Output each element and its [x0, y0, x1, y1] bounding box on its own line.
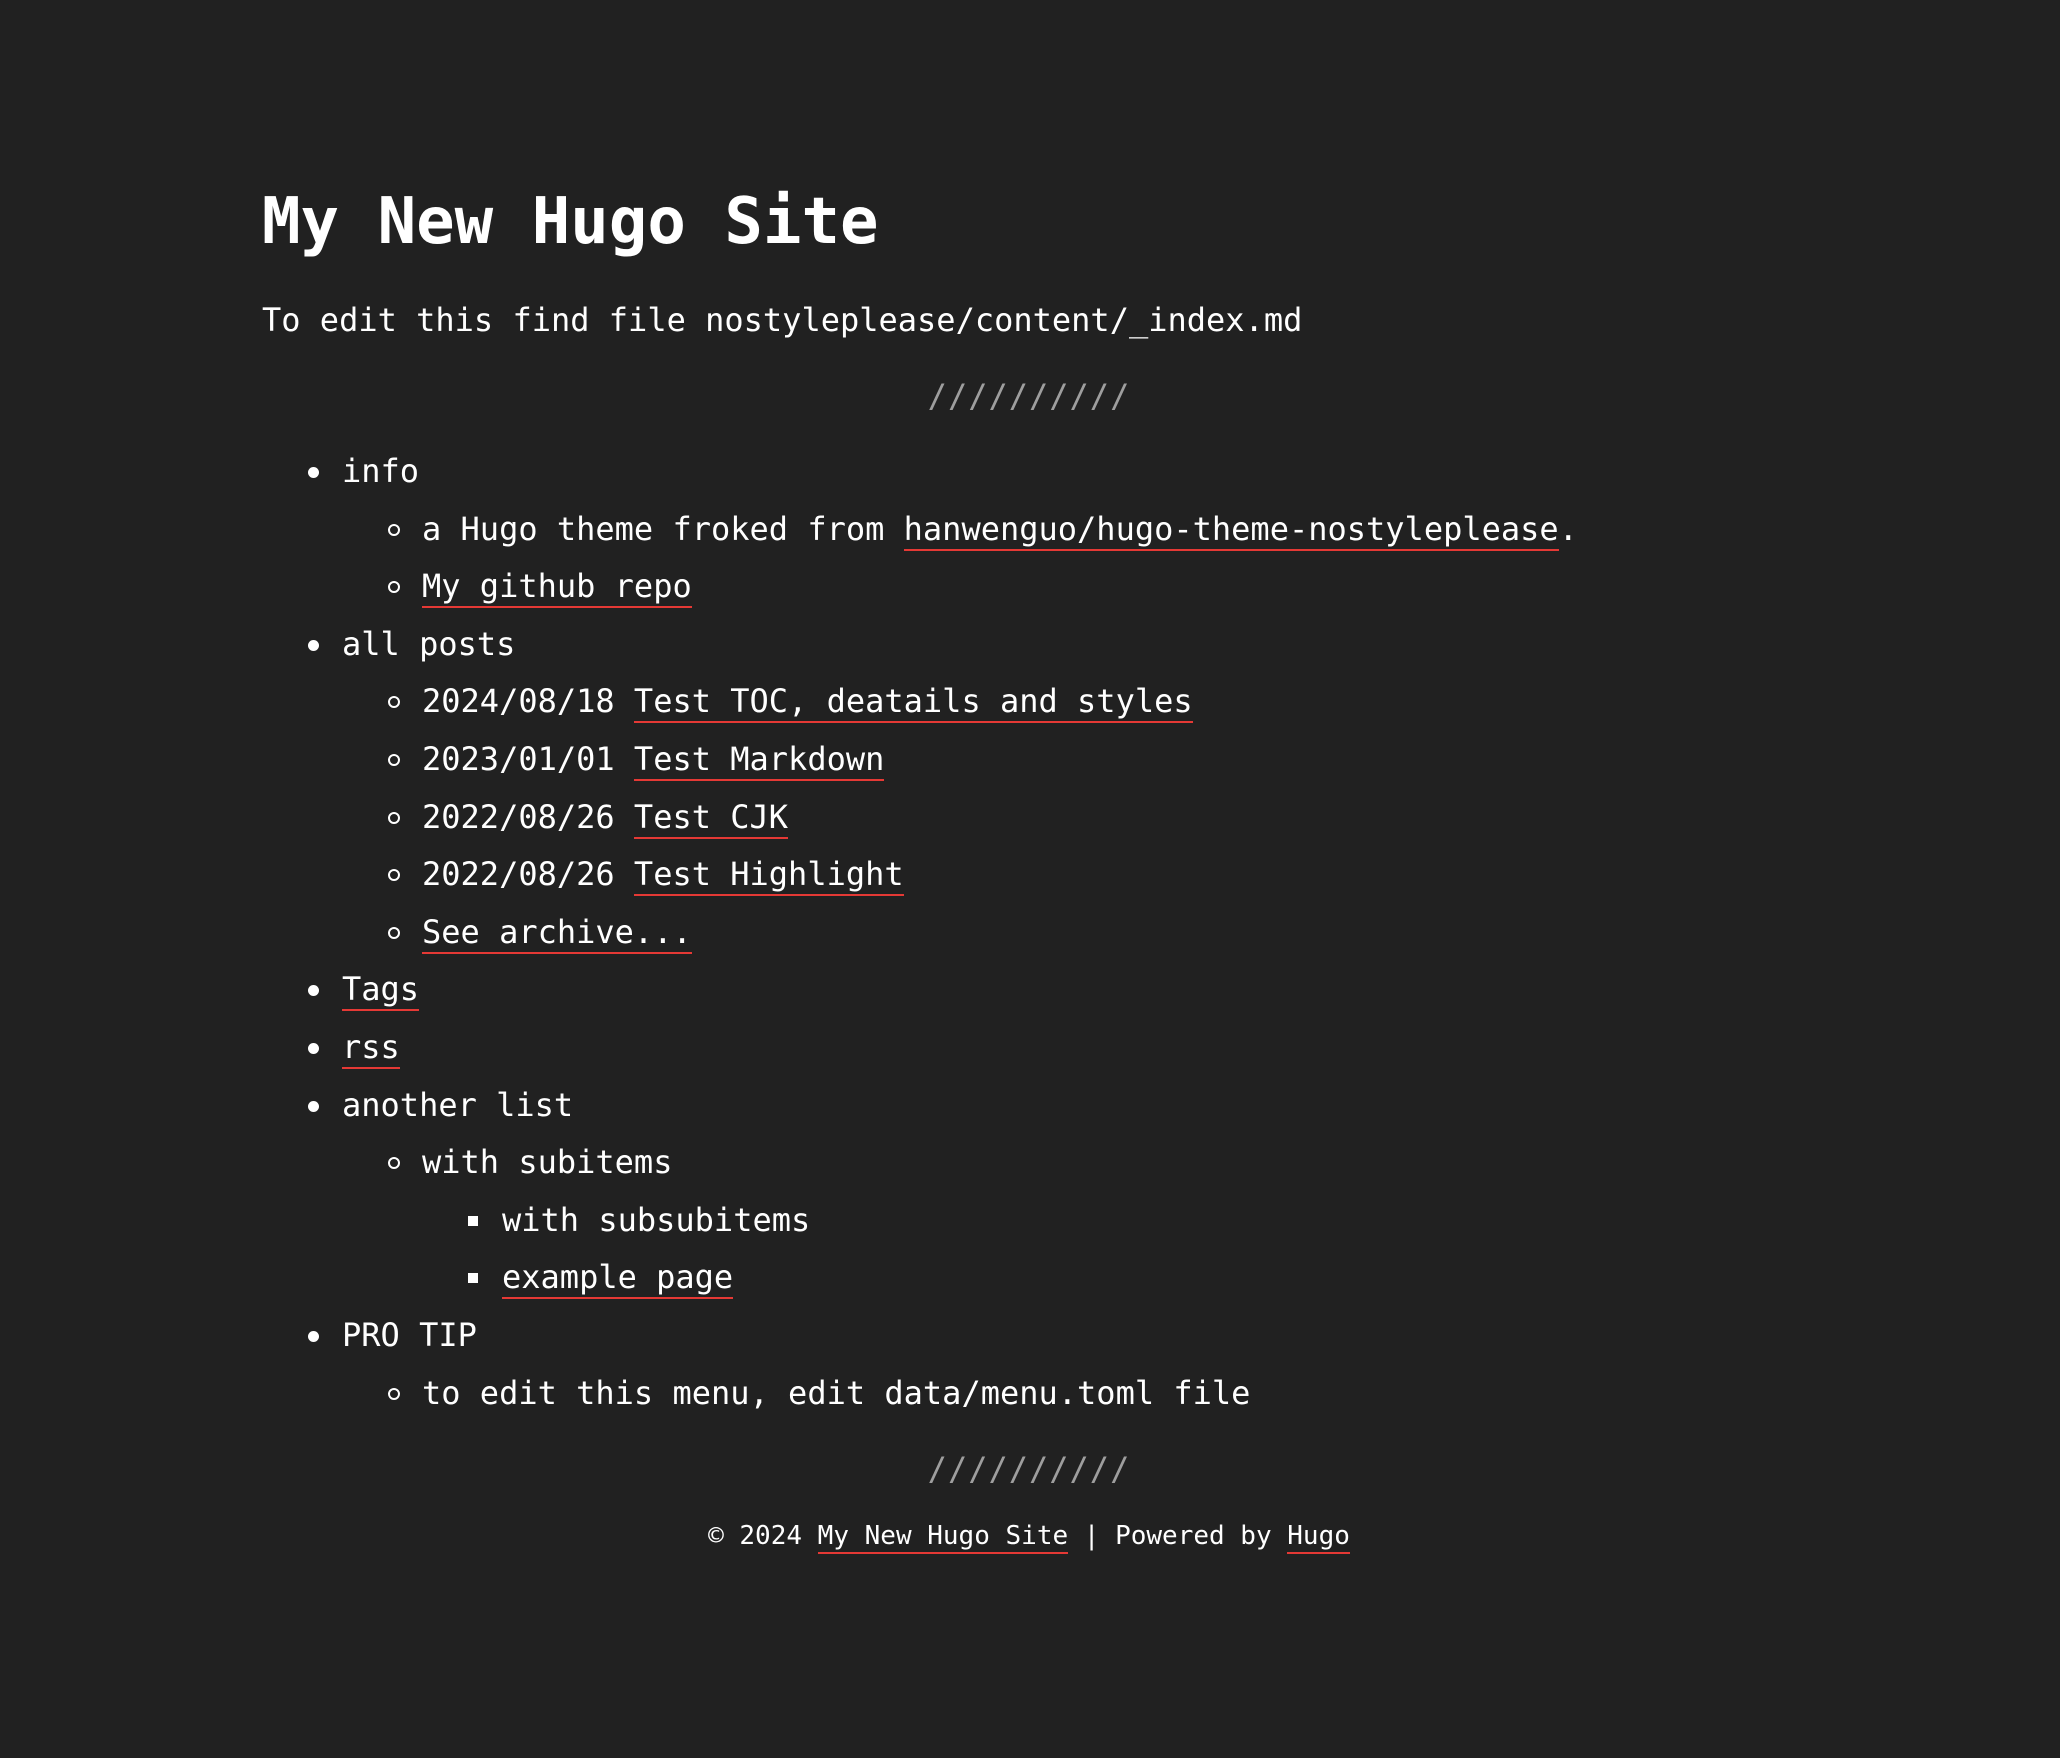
page: My New Hugo Site To edit this find file … — [0, 0, 2060, 1758]
post-date: 2024/08/18 — [422, 682, 615, 721]
subsubitem: with subsubitems — [468, 1192, 1578, 1250]
post-date: 2023/01/01 — [422, 739, 615, 778]
subsubmenu: with subsubitems example page — [422, 1192, 1578, 1307]
archive-item: See archive... — [388, 904, 1578, 962]
footer-powered-by: | Powered by — [1068, 1521, 1288, 1551]
menu-item-pro-tip: PRO TIP to edit this menu, edit data/men… — [308, 1307, 1578, 1423]
post-item: 2022/08/26 Test CJK — [388, 789, 1578, 847]
subitem: with subitems with subsubitems example p… — [388, 1134, 1578, 1307]
theme-repo-link[interactable]: hanwenguo/hugo-theme-nostyleplease — [903, 509, 1559, 551]
example-page-link[interactable]: example page — [502, 1258, 734, 1300]
post-link[interactable]: Test Highlight — [633, 855, 904, 897]
post-date: 2022/08/26 — [422, 797, 615, 836]
intro-text: To edit this find file nostyleplease/con… — [262, 301, 1303, 339]
post-item: 2023/01/01 Test Markdown — [388, 731, 1578, 789]
menu-item-rss: rss — [308, 1019, 1578, 1077]
menu-item-info: info a Hugo theme froked from hanwenguo/… — [308, 443, 1578, 616]
footer-hugo-link[interactable]: Hugo — [1287, 1521, 1350, 1554]
post-date: 2022/08/26 — [422, 855, 615, 894]
theme-credit-item: a Hugo theme froked from hanwenguo/hugo-… — [388, 501, 1578, 559]
protip-text: to edit this menu, edit data/menu.toml f… — [422, 1373, 1251, 1412]
site-title: My New Hugo Site — [262, 185, 879, 259]
protip-submenu: to edit this menu, edit data/menu.toml f… — [342, 1365, 1578, 1423]
info-submenu: a Hugo theme froked from hanwenguo/hugo-… — [342, 501, 1578, 616]
footer-copyright: © 2024 — [708, 1521, 818, 1551]
github-repo-item: My github repo — [388, 558, 1578, 616]
theme-credit-suffix: . — [1558, 509, 1578, 548]
tags-link[interactable]: Tags — [342, 970, 420, 1012]
post-item: 2024/08/18 Test TOC, deatails and styles — [388, 673, 1578, 731]
theme-credit-prefix: a Hugo theme froked from — [422, 509, 904, 548]
archive-link[interactable]: See archive... — [422, 912, 692, 954]
subsubitem-label: with subsubitems — [502, 1200, 811, 1239]
menu-item-tags: Tags — [308, 961, 1578, 1019]
github-repo-link[interactable]: My github repo — [422, 567, 692, 609]
menu-item-all-posts: all posts 2024/08/18 Test TOC, deatails … — [308, 616, 1578, 962]
post-link[interactable]: Test CJK — [633, 797, 789, 839]
menu-item-all-posts-label: all posts — [342, 624, 516, 663]
subitem-label: with subitems — [422, 1143, 673, 1182]
another-submenu: with subitems with subsubitems example p… — [342, 1134, 1578, 1307]
rss-link[interactable]: rss — [342, 1027, 400, 1069]
main-menu: info a Hugo theme froked from hanwenguo/… — [262, 443, 1578, 1422]
example-page-item: example page — [468, 1249, 1578, 1307]
footer-site-link[interactable]: My New Hugo Site — [817, 1521, 1069, 1554]
menu-item-another-list-label: another list — [342, 1085, 574, 1124]
post-link[interactable]: Test Markdown — [633, 739, 885, 781]
menu-item-another-list: another list with subitems with subsubit… — [308, 1077, 1578, 1307]
posts-submenu: 2024/08/18 Test TOC, deatails and styles… — [342, 673, 1578, 961]
footer: © 2024 My New Hugo Site | Powered by Hug… — [262, 1518, 1796, 1554]
menu-item-info-label: info — [342, 452, 420, 490]
menu-item-pro-tip-label: PRO TIP — [342, 1315, 477, 1354]
post-item: 2022/08/26 Test Highlight — [388, 846, 1578, 904]
protip-text-item: to edit this menu, edit data/menu.toml f… — [388, 1365, 1578, 1423]
top-divider: ////////// — [927, 377, 1131, 415]
bottom-divider: ////////// — [927, 1450, 1131, 1488]
post-link[interactable]: Test TOC, deatails and styles — [633, 682, 1193, 724]
